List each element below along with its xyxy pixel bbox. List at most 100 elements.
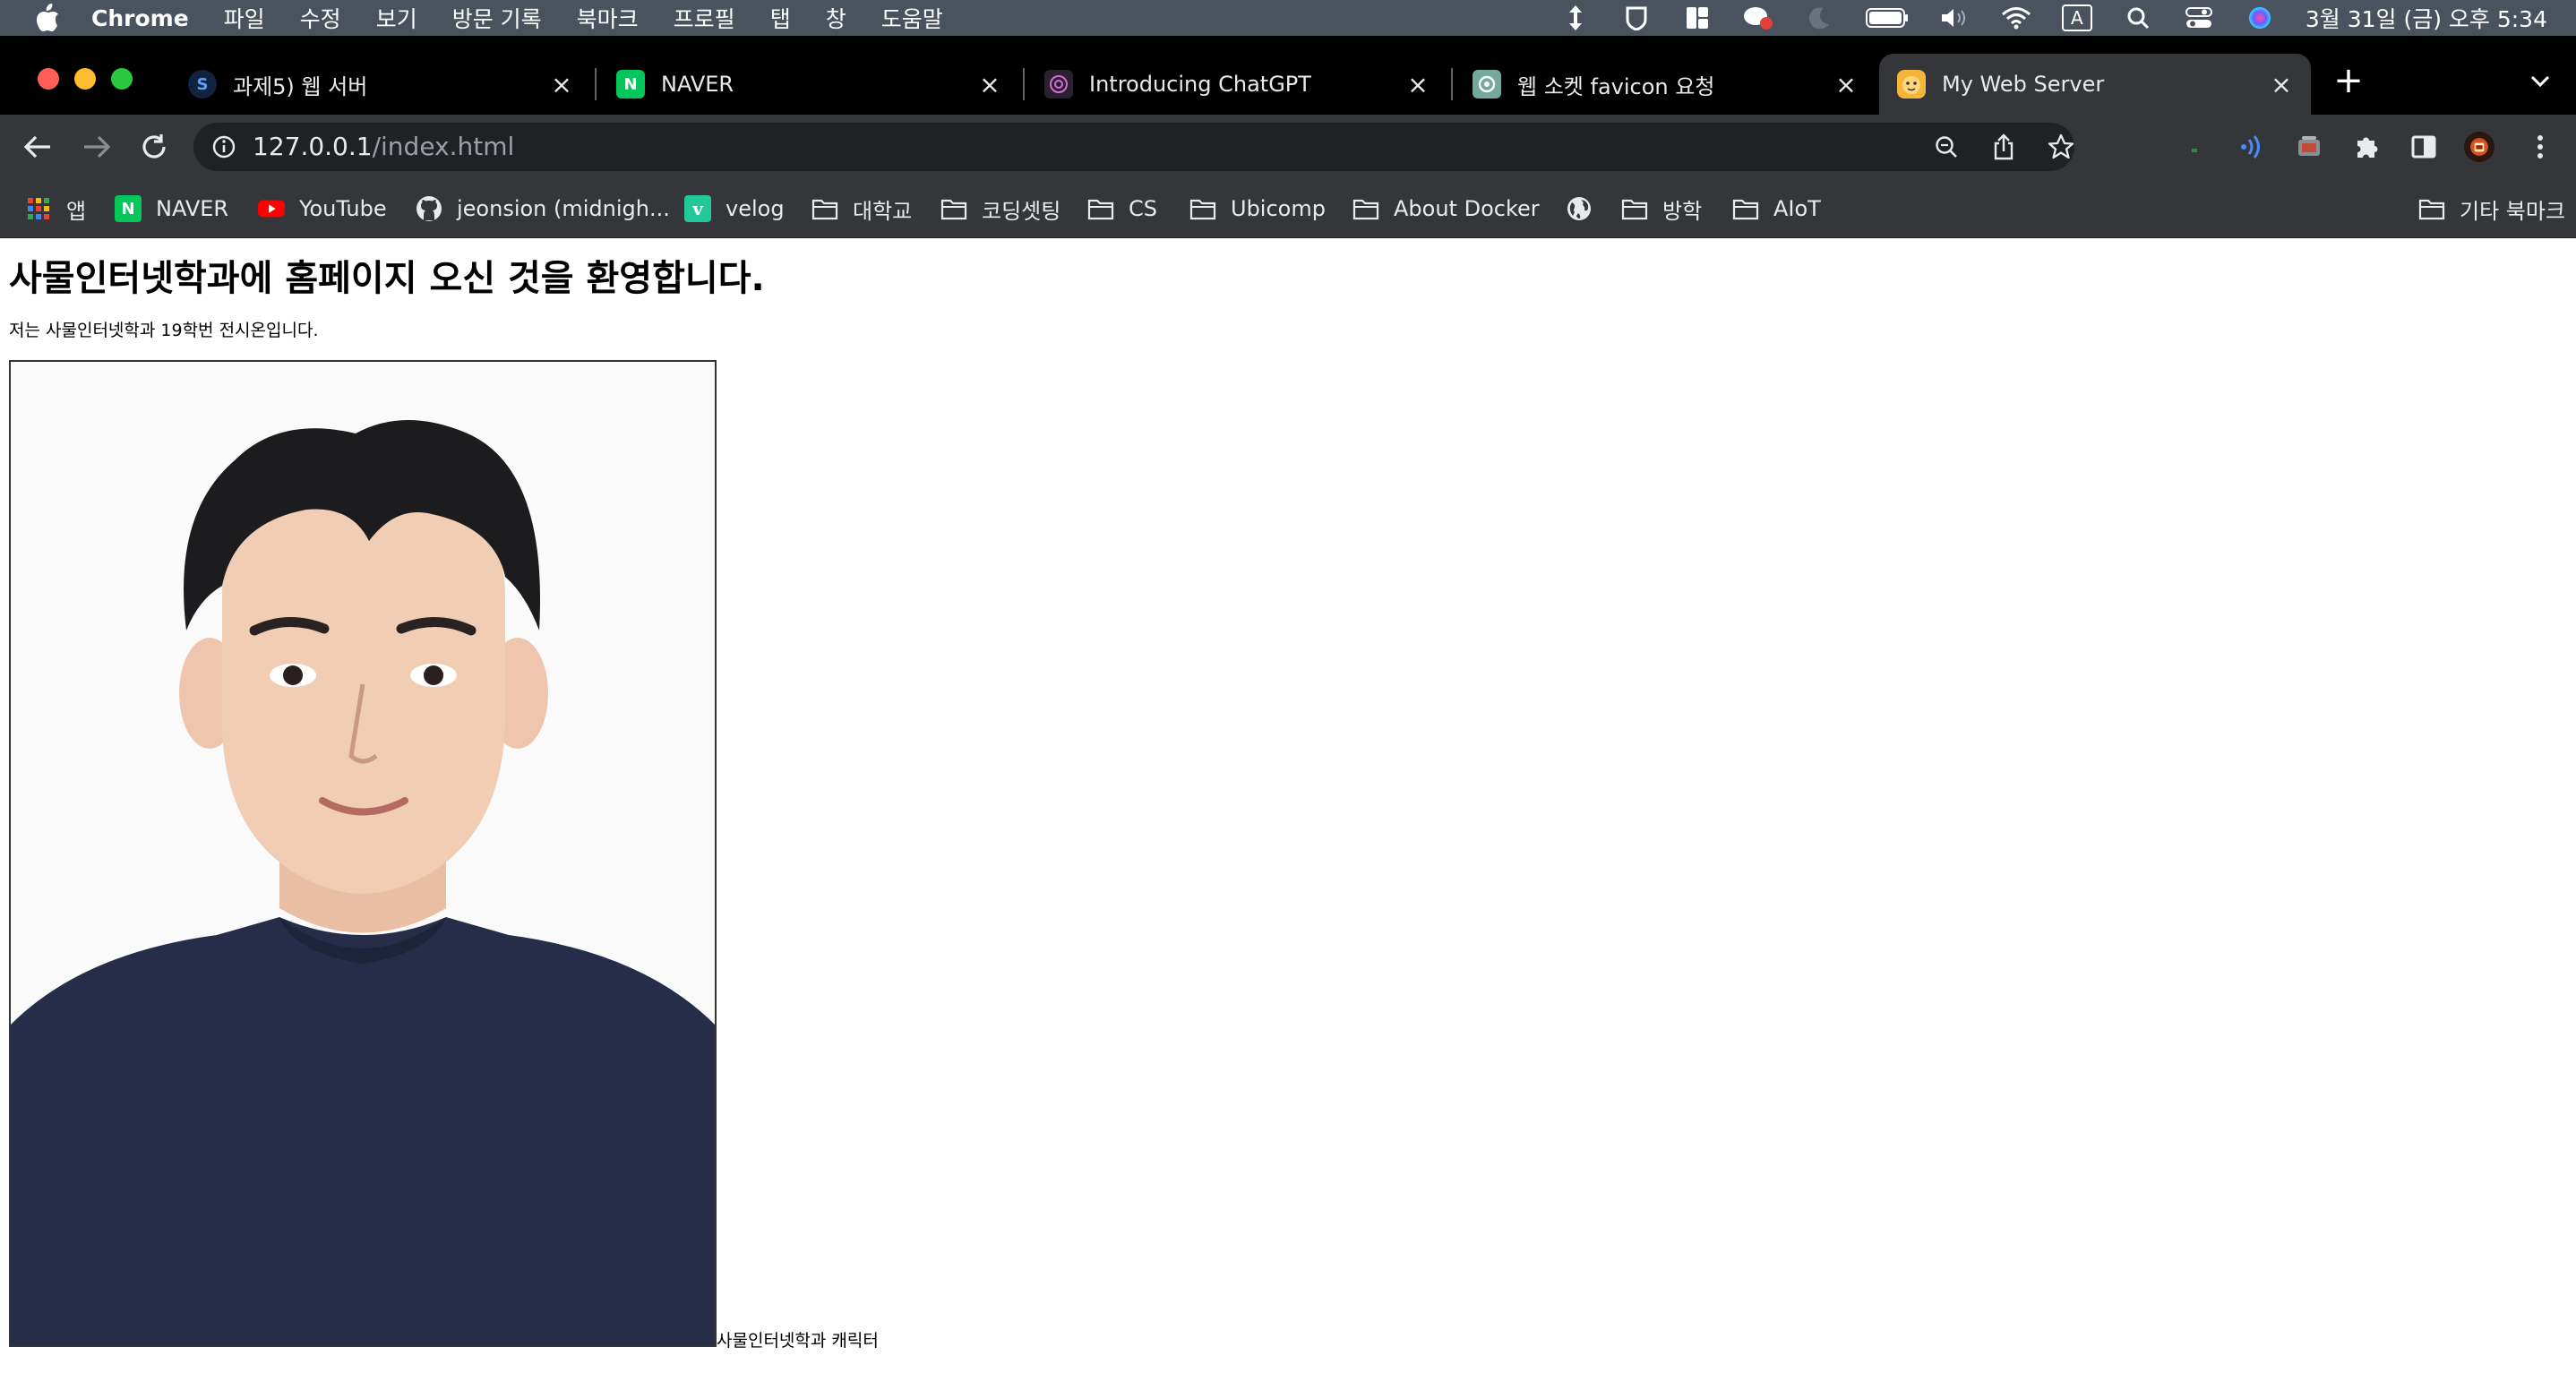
folder-icon [2418,195,2445,222]
menu-app-name[interactable]: Chrome [91,5,189,31]
close-tab-icon[interactable]: × [2268,70,2295,99]
tab-web-server-assignment[interactable]: S 과제5) 웹 서버 × [176,54,588,115]
tab-divider [595,68,597,100]
volume-icon[interactable] [1940,4,1971,31]
folder-icon [1621,195,1648,222]
menu-bookmarks[interactable]: 북마크 [577,2,639,34]
close-tab-icon[interactable]: × [1833,70,1859,99]
tab-my-web-server[interactable]: My Web Server × [1879,54,2311,115]
close-tab-icon[interactable]: × [1404,70,1431,99]
tab-introducing-chatgpt[interactable]: Introducing ChatGPT × [1032,54,1444,115]
bookmark-folder-other[interactable]: 기타 북마크 [2418,179,2565,238]
tab-title: 과제5) 웹 서버 [233,73,368,99]
bookmark-label: Ubicomp [1231,196,1326,221]
window-layout-icon[interactable] [1682,4,1713,31]
menubar-clock[interactable]: 3월 31일 (금) 오후 5:34 [2306,2,2547,34]
profile-photo [9,360,717,1347]
bookmark-folder-ubicomp[interactable]: Ubicomp [1189,179,1326,238]
bookmark-folder-coding-setup[interactable]: 코딩셋팅 [940,179,1060,238]
menu-profile[interactable]: 프로필 [674,2,735,34]
url-path: /index.html [372,132,515,161]
puzzle-extensions-icon[interactable] [2350,131,2383,163]
globe-icon [1566,195,1593,222]
naver-icon: N [616,70,645,99]
bookmark-label: 기타 북마크 [2460,198,2566,224]
menu-tab[interactable]: 탭 [770,2,791,34]
extension-dot-icon[interactable] [2178,131,2211,163]
bookmark-label: 대학교 [853,198,913,224]
battery-icon[interactable] [1865,4,1910,31]
shield-app-icon[interactable] [1621,4,1652,31]
tab-title: Introducing ChatGPT [1089,72,1311,97]
minimize-window-button[interactable] [74,68,96,90]
bookmark-folder-university[interactable]: 대학교 [811,179,912,238]
menu-window[interactable]: 창 [826,2,846,34]
back-arrow-icon[interactable] [18,127,57,167]
folder-icon [1087,195,1114,222]
tab-naver[interactable]: N NAVER × [604,54,1016,115]
menu-help[interactable]: 도움말 [881,2,943,34]
bookmark-folder-about-docker[interactable]: About Docker [1352,179,1540,238]
tab-title: NAVER [661,72,734,97]
share-icon[interactable] [1990,133,2017,160]
tab-title: 웹 소켓 favicon 요청 [1517,73,1715,99]
velog-icon: v [684,195,711,222]
menubar-status-area: A 3월 31일 (금) 오후 5:34 [1560,0,2547,36]
apple-icon[interactable] [32,3,63,33]
siri-icon[interactable] [2245,4,2275,31]
spotlight-search-icon[interactable] [2123,4,2153,31]
bookmark-folder-aiot[interactable]: AIoT [1732,179,1821,238]
more-menu-icon[interactable] [2524,131,2556,163]
menu-file[interactable]: 파일 [224,2,265,34]
folder-icon [1189,195,1216,222]
wifi-icon[interactable] [2001,4,2031,31]
bookmark-youtube[interactable]: YouTube [258,179,387,238]
folder-icon [811,195,838,222]
maximize-window-button[interactable] [111,68,133,90]
arrows-vertical-icon[interactable] [1560,4,1591,31]
folder-icon [1352,195,1379,222]
chevron-down-icon[interactable] [2524,64,2556,97]
bookmark-label: 앱 [66,198,87,224]
menu-history[interactable]: 방문 기록 [452,2,542,34]
site-info-icon[interactable] [211,134,236,159]
input-source-icon[interactable]: A [2061,4,2092,31]
zoom-icon[interactable] [1933,133,1960,160]
bookmark-naver[interactable]: N NAVER [115,179,228,238]
profile-avatar[interactable] [2463,131,2495,163]
folder-icon [1732,195,1759,222]
bookmark-label: AIoT [1773,196,1821,221]
bookmark-folder-cs[interactable]: CS [1087,179,1157,238]
bookmark-apps[interactable]: 앱 [25,179,86,238]
bookmark-velog[interactable]: v velog [684,179,785,238]
tab-websocket-favicon[interactable]: 웹 소켓 favicon 요청 × [1460,54,1872,115]
close-window-button[interactable] [38,68,59,90]
chat-notification-icon[interactable] [1743,4,1773,31]
speech-extension-icon[interactable] [2236,131,2268,163]
forward-arrow-icon[interactable] [77,127,116,167]
reload-icon[interactable] [134,127,174,167]
bookmark-star-icon[interactable] [2048,133,2074,160]
address-url[interactable]: 127.0.0.1/index.html [253,123,514,171]
browser-tab-strip: S 과제5) 웹 서버 × N NAVER × Introducing Chat… [0,36,2576,115]
tab-title: My Web Server [1942,72,2105,97]
folder-icon [940,195,967,222]
bookmark-label: velog [726,196,785,221]
side-panel-icon[interactable] [2408,131,2440,163]
control-center-icon[interactable] [2184,4,2214,31]
new-tab-icon[interactable]: + [2331,60,2366,101]
naver-icon: N [115,195,142,222]
bookmark-folder-vacation[interactable]: 방학 [1621,179,1702,238]
s-logo-icon: S [188,70,217,99]
moon-icon[interactable] [1804,4,1834,31]
input-source-label: A [2061,4,2092,31]
menu-view[interactable]: 보기 [376,2,417,34]
cast-extension-icon[interactable] [2293,131,2325,163]
intro-text: 저는 사물인터넷학과 19학번 전시온입니다. [9,321,319,340]
bookmark-github[interactable]: jeonsion (midnigh... [416,179,670,238]
address-bar[interactable]: 127.0.0.1/index.html [193,123,2074,171]
bookmark-globe[interactable] [1566,179,1607,238]
close-tab-icon[interactable]: × [548,70,575,99]
menu-edit[interactable]: 수정 [300,2,341,34]
close-tab-icon[interactable]: × [976,70,1003,99]
